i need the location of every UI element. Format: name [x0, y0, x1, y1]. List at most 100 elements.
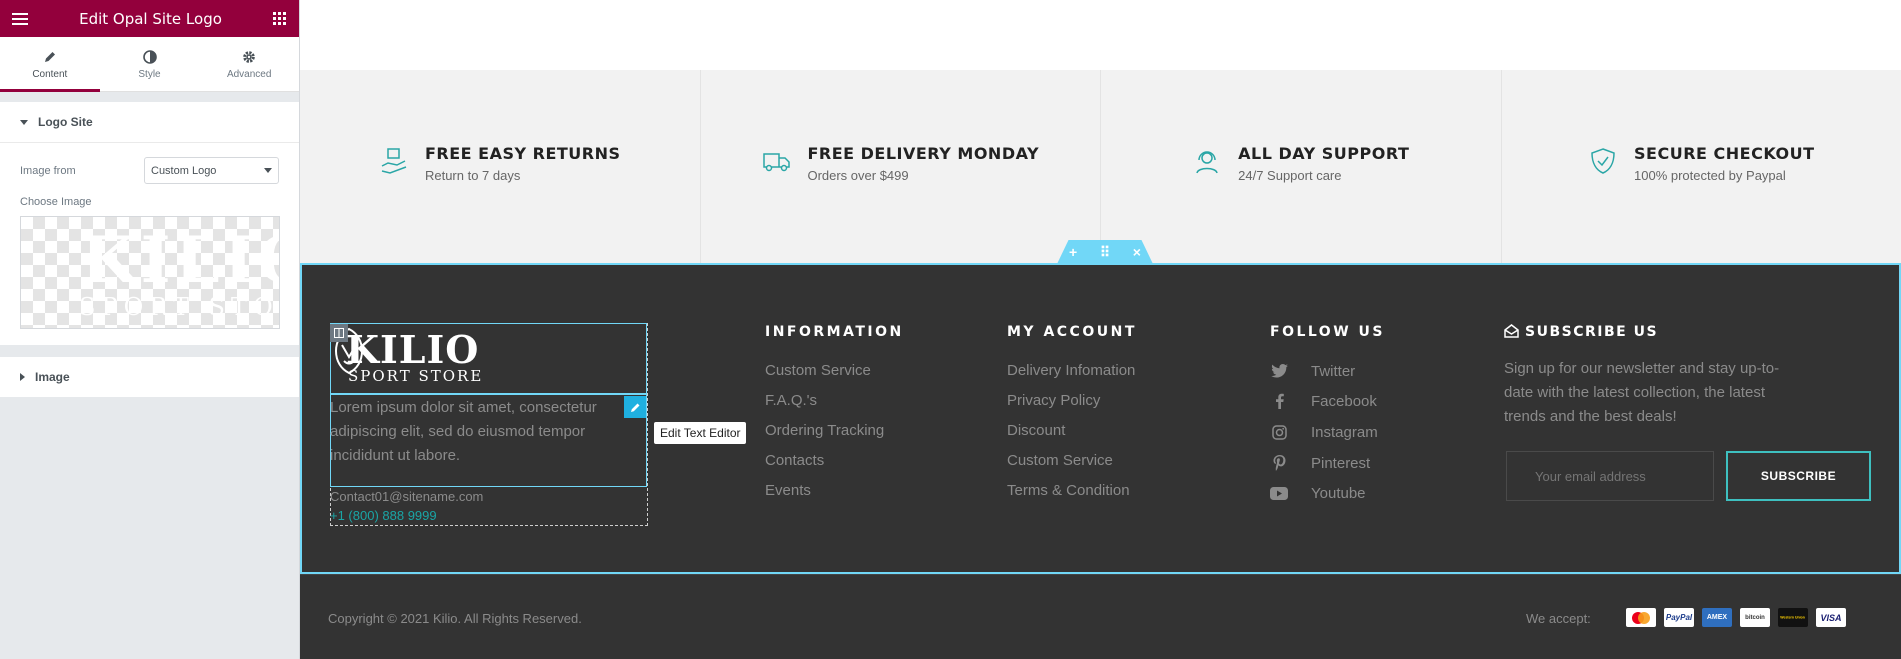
support-headset-icon: [1196, 151, 1218, 174]
feature-returns: FREE EASY RETURNS Return to 7 days: [300, 70, 701, 263]
account-link[interactable]: Custom Service: [1007, 452, 1113, 469]
tab-content-label: Content: [32, 68, 68, 80]
subscribe-title: SUBSCRIBE US: [1525, 324, 1659, 340]
social-label: Pinterest: [1311, 454, 1371, 472]
social-label: Facebook: [1311, 392, 1377, 410]
envelope-open-icon: [1504, 324, 1519, 338]
tab-advanced[interactable]: Advanced: [199, 37, 299, 91]
logo-site-section-title: Logo Site: [38, 115, 93, 129]
image-from-value: Custom Logo: [151, 164, 217, 177]
social-link-facebook[interactable]: Facebook: [1270, 392, 1377, 410]
feature-subtitle: 100% protected by Paypal: [1634, 168, 1786, 183]
feature-subtitle: Orders over $499: [807, 168, 909, 183]
amex-icon: AMEX: [1702, 608, 1732, 627]
menu-icon[interactable]: [12, 12, 28, 25]
shield-check-icon: [1591, 148, 1615, 174]
features-bar: FREE EASY RETURNS Return to 7 days FREE …: [300, 70, 1901, 263]
image-from-label: Image from: [20, 164, 76, 177]
copyright-text: Copyright © 2021 Kilio. All Rights Reser…: [328, 611, 582, 626]
instagram-icon: [1270, 423, 1288, 441]
account-link[interactable]: Discount: [1007, 422, 1065, 439]
card-label: VISA: [1820, 612, 1842, 623]
account-link[interactable]: Delivery Infomation: [1007, 362, 1135, 379]
panel-title: Edit Opal Site Logo: [79, 9, 222, 28]
delete-section-button[interactable]: ×: [1133, 244, 1141, 261]
feature-title: ALL DAY SUPPORT: [1238, 144, 1410, 163]
social-link-youtube[interactable]: Youtube: [1270, 484, 1366, 502]
return-box-icon: [381, 148, 407, 174]
information-title: INFORMATION: [765, 324, 904, 340]
logo-site-section: Logo Site Image from Custom Logo Choose …: [0, 102, 299, 345]
edit-text-editor-button[interactable]: [624, 396, 646, 418]
feature-title: FREE EASY RETURNS: [424, 144, 621, 163]
feature-subtitle: 24/7 Support care: [1238, 168, 1342, 183]
account-link[interactable]: Terms & Condition: [1007, 482, 1130, 499]
information-link[interactable]: Custom Service: [765, 362, 871, 379]
social-label: Instagram: [1311, 423, 1378, 441]
footer-email[interactable]: Contact01@sitename.com: [330, 489, 483, 504]
mastercard-icon: [1626, 608, 1656, 627]
information-link[interactable]: Events: [765, 482, 811, 499]
social-label: Twitter: [1311, 362, 1356, 380]
tab-style-label: Style: [138, 68, 161, 80]
panel-tabs: Content Style Advanced: [0, 37, 299, 92]
section-handle: + ⠿ ×: [1057, 240, 1153, 264]
tab-content[interactable]: Content: [0, 37, 100, 92]
pencil-icon: [43, 49, 57, 65]
edit-text-editor-tooltip: Edit Text Editor: [654, 422, 747, 444]
youtube-icon: [1270, 484, 1288, 502]
footer-logo-subtitle: SPORT STORE: [348, 367, 484, 385]
feature-support: ALL DAY SUPPORT 24/7 Support care: [1101, 70, 1502, 263]
information-link[interactable]: F.A.Q.'s: [765, 392, 817, 409]
information-link[interactable]: Contacts: [765, 452, 824, 469]
feature-title: SECURE CHECKOUT: [1634, 144, 1815, 163]
social-link-instagram[interactable]: Instagram: [1270, 423, 1378, 441]
card-label: bitcoin: [1745, 614, 1765, 621]
follow-us-title: FOLLOW US: [1270, 324, 1385, 340]
social-link-pinterest[interactable]: Pinterest: [1270, 454, 1370, 472]
choose-image-picker[interactable]: KILIO SPORT STO: [20, 216, 280, 329]
subscribe-description: Sign up for our newsletter and stay up-t…: [1504, 360, 1780, 425]
subscribe-button[interactable]: SUBSCRIBE: [1726, 451, 1871, 501]
image-preview-text: KILIO: [81, 223, 279, 298]
apps-grid-icon[interactable]: [273, 11, 287, 26]
contrast-icon: [142, 49, 157, 65]
feature-delivery: FREE DELIVERY MONDAY Orders over $499: [701, 70, 1101, 263]
logo-site-section-body: Image from Custom Logo Choose Image KILI…: [0, 142, 299, 345]
newsletter-email-input[interactable]: [1506, 451, 1714, 501]
gear-icon: [242, 49, 256, 65]
social-label: Youtube: [1311, 484, 1366, 502]
feature-secure: SECURE CHECKOUT 100% protected by Paypal: [1502, 70, 1901, 263]
pinterest-icon: [1270, 454, 1288, 472]
footer-logo-name[interactable]: KILIO: [346, 327, 479, 372]
footer-section[interactable]: KILIO SPORT STORE Lorem ipsum dolor sit …: [300, 263, 1901, 574]
we-accept-label: We accept:: [1526, 611, 1591, 626]
image-from-select[interactable]: Custom Logo: [144, 157, 279, 184]
image-section: Image: [0, 357, 299, 397]
facebook-icon: [1270, 392, 1288, 410]
drag-section-handle[interactable]: ⠿: [1100, 244, 1110, 261]
pencil-icon: [630, 403, 639, 412]
editor-panel: Edit Opal Site Logo Content Style Advanc…: [0, 0, 300, 659]
panel-header: Edit Opal Site Logo: [0, 0, 299, 37]
footer-phone[interactable]: +1 (800) 888 9999: [330, 508, 437, 523]
my-account-title: MY ACCOUNT: [1007, 324, 1137, 340]
account-link[interactable]: Privacy Policy: [1007, 392, 1100, 409]
card-label: Western Union: [1780, 615, 1806, 620]
feature-title: FREE DELIVERY MONDAY: [807, 144, 1040, 163]
caret-down-icon: [20, 119, 28, 125]
information-link[interactable]: Ordering Tracking: [765, 422, 884, 439]
delivery-truck-icon: [763, 153, 791, 172]
feature-subtitle: Return to 7 days: [424, 168, 521, 183]
visa-icon: VISA: [1816, 608, 1846, 627]
page-preview: FREE EASY RETURNS Return to 7 days FREE …: [300, 0, 1901, 659]
choose-image-label: Choose Image: [20, 196, 92, 208]
western-union-icon: Western Union: [1778, 608, 1808, 627]
paypal-icon: PayPal: [1664, 608, 1694, 627]
logo-site-section-header[interactable]: Logo Site: [0, 102, 299, 142]
image-section-header[interactable]: Image: [0, 357, 299, 397]
social-link-twitter[interactable]: Twitter: [1270, 362, 1355, 380]
add-section-button[interactable]: +: [1069, 244, 1077, 261]
tab-style[interactable]: Style: [100, 37, 200, 91]
footer-about-text[interactable]: Lorem ipsum dolor sit amet, consectetur …: [330, 396, 635, 468]
